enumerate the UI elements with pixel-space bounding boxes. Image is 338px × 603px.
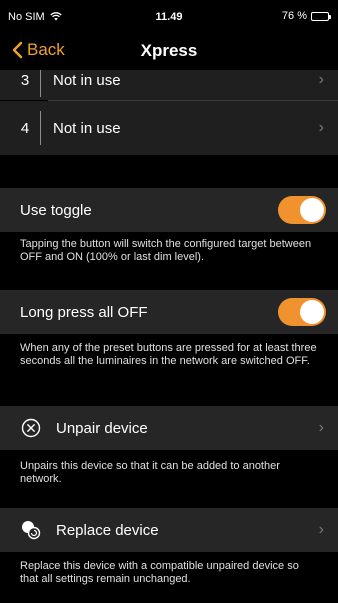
battery-percent: 76 %: [281, 10, 307, 22]
chevron-right-icon: ›: [318, 419, 324, 436]
use-toggle-label: Use toggle: [20, 201, 92, 219]
replace-device-row[interactable]: Replace device ›: [0, 508, 338, 552]
use-toggle-description: Tapping the button will switch the confi…: [20, 238, 312, 263]
navigation-bar: Back Xpress: [0, 34, 338, 70]
replace-device-icon: [20, 519, 42, 541]
replace-device-label: Replace device: [56, 521, 159, 539]
preset-row-3[interactable]: 3 Not in use ›: [0, 70, 338, 100]
long-press-row: Long press all OFF: [0, 290, 338, 334]
long-press-label: Long press all OFF: [20, 303, 148, 321]
chevron-right-icon: ›: [318, 71, 324, 88]
long-press-switch[interactable]: [278, 298, 326, 326]
settings-scroll[interactable]: 3 Not in use › 4 Not in use › Use toggle…: [0, 70, 338, 603]
page-title: Xpress: [140, 41, 198, 60]
unpair-device-row[interactable]: Unpair device ›: [0, 406, 338, 450]
unpair-device-label: Unpair device: [56, 419, 148, 437]
use-toggle-switch[interactable]: [278, 196, 326, 224]
row-divider: [40, 70, 41, 97]
preset-row-4[interactable]: 4 Not in use ›: [0, 101, 338, 155]
close-circle-icon: [20, 417, 42, 439]
chevron-right-icon: ›: [318, 521, 324, 538]
replace-description: Replace this device with a compatible un…: [20, 560, 299, 585]
unpair-description: Unpairs this device so that it can be ad…: [20, 460, 280, 485]
preset-label: Not in use: [53, 119, 121, 137]
use-toggle-row: Use toggle: [0, 188, 338, 232]
preset-number: 3: [20, 71, 30, 89]
preset-number: 4: [20, 119, 30, 137]
chevron-right-icon: ›: [318, 119, 324, 136]
long-press-description: When any of the preset buttons are press…: [20, 342, 317, 367]
row-divider: [40, 111, 41, 145]
status-bar: No SIM 11.49 76 %: [0, 0, 338, 34]
battery-indicator: 76 %: [281, 10, 331, 22]
battery-icon: [311, 11, 331, 21]
preset-label: Not in use: [53, 71, 121, 89]
